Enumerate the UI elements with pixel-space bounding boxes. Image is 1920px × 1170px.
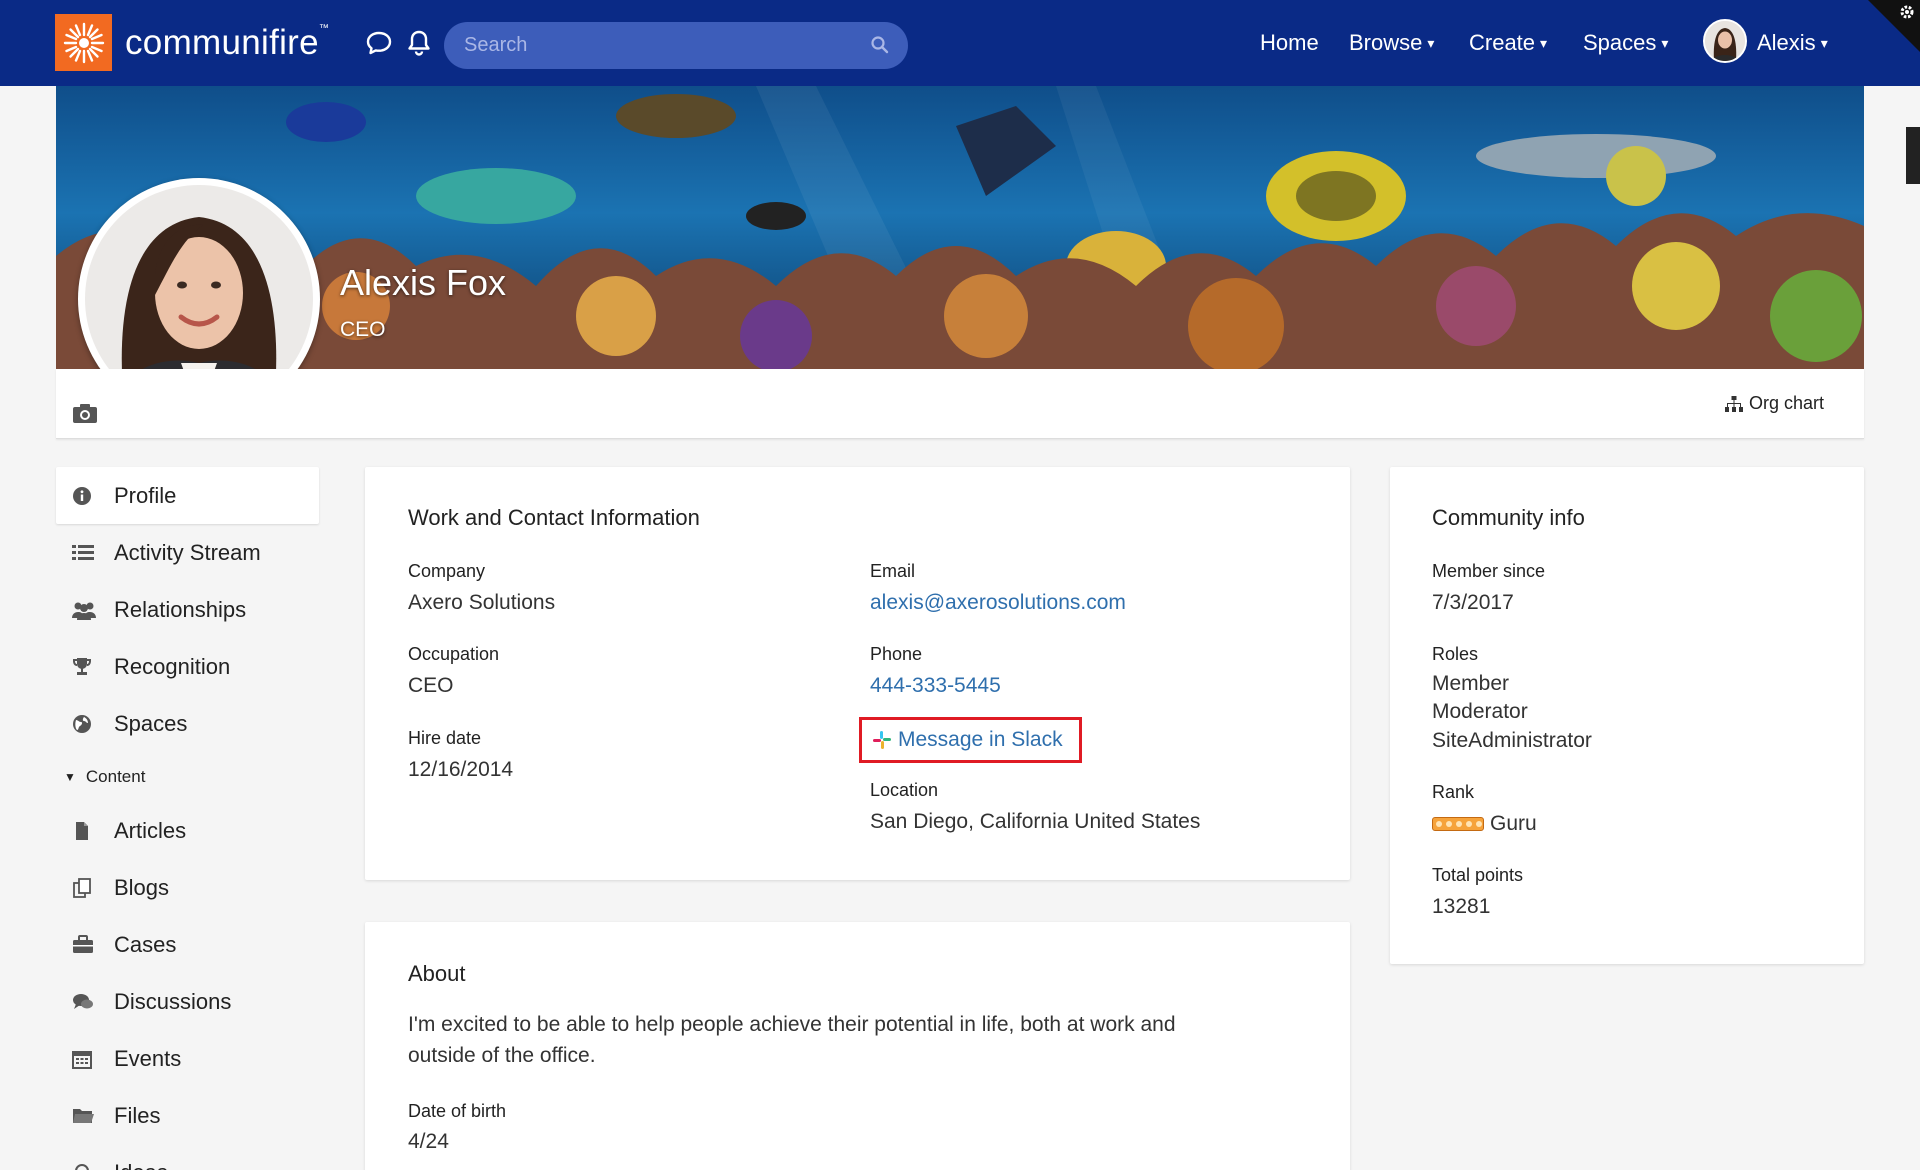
hire-date-label: Hire date — [408, 728, 482, 748]
folder-icon — [72, 1106, 94, 1126]
list-icon — [72, 543, 94, 563]
sidebar-item-label: Relationships — [114, 596, 247, 622]
total-points-value: 13281 — [1432, 895, 1491, 918]
nav-home[interactable]: Home — [1260, 30, 1319, 56]
rank-label: Rank — [1432, 782, 1475, 802]
communifire-logo[interactable]: communifire™ — [55, 14, 329, 71]
occupation-label: Occupation — [408, 644, 500, 664]
about-heading: About — [408, 961, 466, 986]
search-input[interactable] — [464, 22, 864, 69]
sidebar-item-blogs[interactable]: Blogs — [56, 859, 319, 916]
sidebar-item-profile[interactable]: Profile — [56, 467, 319, 524]
info-icon — [72, 486, 92, 506]
sidebar-section-content[interactable]: ▼ Content — [56, 752, 319, 802]
hire-date-value: 12/16/2014 — [408, 758, 514, 781]
sidebar-item-events[interactable]: Events — [56, 1030, 319, 1087]
sidebar-item-activity-stream[interactable]: Activity Stream — [56, 524, 319, 581]
briefcase-icon — [72, 935, 93, 955]
profile-action-bar — [56, 369, 1864, 439]
comments-icon — [72, 992, 93, 1012]
user-avatar[interactable] — [1703, 19, 1747, 63]
sidebar-item-cases[interactable]: Cases — [56, 916, 319, 973]
rank-value: Guru — [1432, 812, 1537, 836]
sidebar-item-label: Recognition — [114, 653, 231, 679]
sidebar-item-discussions[interactable]: Discussions — [56, 973, 319, 1030]
sidebar-item-files[interactable]: Files — [56, 1087, 319, 1144]
role-item: SiteAdministrator — [1432, 729, 1592, 752]
company-label: Company — [408, 561, 486, 581]
total-points-label: Total points — [1432, 865, 1524, 885]
role-item: Moderator — [1432, 700, 1528, 723]
blogs-icon — [72, 878, 92, 898]
email-label: Email — [870, 561, 916, 581]
sidebar-item-label: Events — [114, 1045, 182, 1071]
community-heading: Community info — [1432, 505, 1585, 530]
location-label: Location — [870, 780, 939, 800]
sidebar-item-label: Activity Stream — [114, 539, 261, 565]
nav-user-menu[interactable]: Alexis ▾ — [1757, 30, 1828, 56]
dob-label: Date of birth — [408, 1101, 507, 1121]
search-bar — [444, 22, 908, 69]
lightbulb-icon — [72, 1163, 92, 1170]
work-card-heading: Work and Contact Information — [408, 505, 700, 530]
nav-spaces-menu[interactable]: Spaces ▾ — [1583, 30, 1668, 56]
phone-link[interactable]: 444-333-5445 — [870, 674, 1001, 698]
sidebar-section-label: Content — [85, 767, 146, 786]
company-value: Axero Solutions — [408, 591, 556, 614]
phone-label: Phone — [870, 644, 923, 664]
sidebar-item-relationships[interactable]: Relationships — [56, 581, 319, 638]
sidebar-item-spaces[interactable]: Spaces — [56, 695, 319, 752]
camera-icon[interactable] — [72, 402, 98, 424]
occupation-value: CEO — [408, 674, 454, 697]
member-since-label: Member since — [1432, 561, 1546, 581]
cover-photo-banner — [56, 86, 1864, 369]
email-link[interactable]: alexis@axerosolutions.com — [870, 591, 1126, 615]
location-value: San Diego, California United States — [870, 810, 1201, 833]
top-navigation-bar: communifire™ Home Browse▾ Create▾ Spaces… — [0, 0, 1920, 86]
notification-bell-icon[interactable] — [404, 28, 436, 60]
about-text-line-2: outside of the office. — [408, 1044, 596, 1067]
nav-create-menu[interactable]: Create ▾ — [1469, 30, 1547, 56]
settings-gear-icon[interactable] — [1898, 3, 1916, 21]
rank-badge-icon — [1432, 817, 1484, 832]
profile-name: Alexis Fox — [340, 262, 507, 303]
caret-down-icon: ▼ — [64, 770, 76, 784]
roles-label: Roles — [1432, 644, 1479, 664]
users-icon — [72, 600, 96, 620]
sidebar-item-label: Spaces — [114, 710, 188, 736]
message-in-slack-button[interactable]: Message in Slack — [859, 717, 1082, 763]
logo-wordmark: communifire™ — [125, 22, 330, 62]
scrollbar-thumb[interactable] — [1906, 127, 1920, 184]
role-item: Member — [1432, 672, 1510, 695]
sidebar-item-label: Ideas — [114, 1160, 168, 1170]
org-chart-link[interactable]: Org chart — [1724, 393, 1824, 414]
sidebar-item-label: Profile — [114, 482, 177, 508]
calendar-icon — [72, 1049, 92, 1069]
sidebar-item-label: Files — [114, 1102, 161, 1128]
sidebar-item-label: Cases — [114, 931, 177, 957]
chat-bubble-icon[interactable] — [364, 28, 396, 60]
nav-browse-menu[interactable]: Browse ▾ — [1349, 30, 1434, 56]
trophy-icon — [72, 657, 92, 677]
sidebar-item-label: Discussions — [114, 988, 232, 1014]
sidebar-item-label: Articles — [114, 817, 187, 843]
sidebar-item-ideas[interactable]: Ideas — [56, 1144, 319, 1170]
org-chart-icon — [1724, 395, 1743, 412]
sidebar-item-articles[interactable]: Articles — [56, 802, 319, 859]
file-icon — [72, 821, 92, 841]
logo-sunburst-icon — [55, 14, 112, 71]
slack-icon — [873, 731, 891, 749]
profile-title: CEO — [340, 318, 386, 341]
profile-sidebar-nav: Profile Activity Stream Relationships Re… — [56, 467, 319, 1170]
search-icon[interactable] — [870, 35, 890, 55]
member-since-value: 7/3/2017 — [1432, 591, 1514, 614]
sidebar-item-label: Blogs — [114, 874, 170, 900]
sidebar-item-recognition[interactable]: Recognition — [56, 638, 319, 695]
globe-icon — [72, 714, 92, 734]
about-text-line-1: I'm excited to be able to help people ac… — [408, 1013, 1176, 1036]
dob-value: 4/24 — [408, 1130, 449, 1153]
